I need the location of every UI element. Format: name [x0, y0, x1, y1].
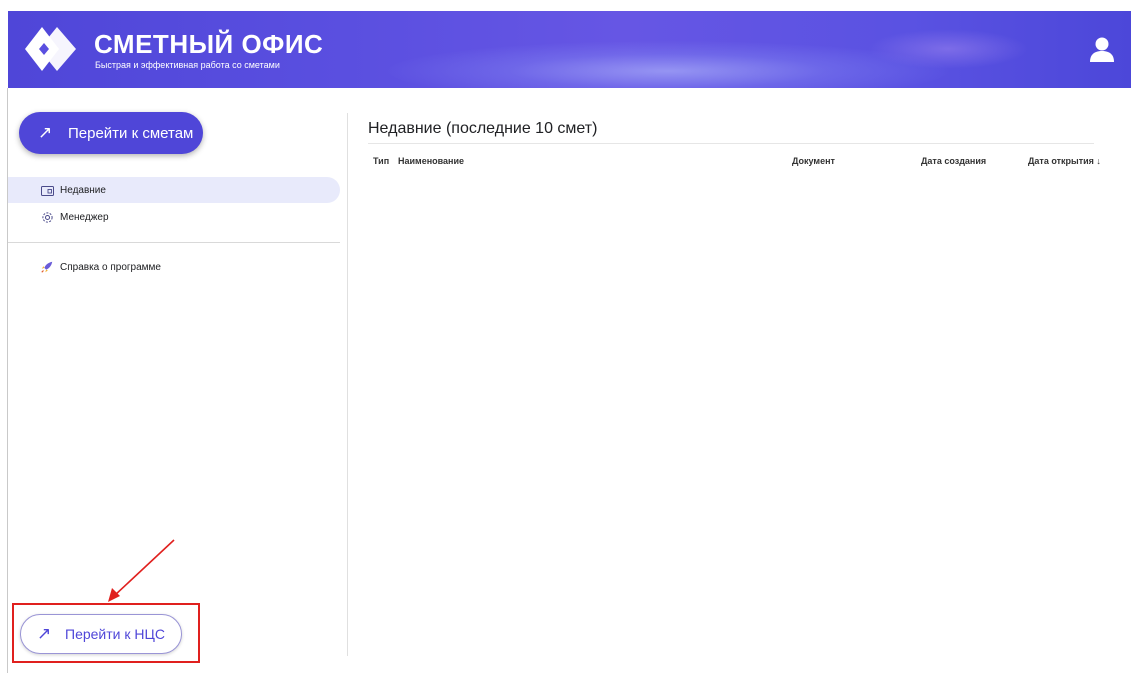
column-header-document[interactable]: Документ — [792, 156, 835, 166]
sidebar-item-label: Менеджер — [60, 211, 109, 223]
header-glow-secondary — [868, 29, 1028, 69]
arrow-up-right-icon: ↗ — [38, 123, 53, 142]
column-header-created-date[interactable]: Дата создания — [921, 156, 986, 166]
column-header-name[interactable]: Наименование — [398, 156, 464, 166]
user-avatar-icon[interactable] — [1088, 35, 1116, 63]
sidebar-item-about[interactable]: Справка о программе — [8, 254, 340, 280]
sidebar-item-label: Справка о программе — [60, 261, 161, 273]
app-subtitle: Быстрая и эффективная работа со сметами — [95, 60, 280, 70]
gear-icon — [40, 210, 54, 224]
header-glow — [388, 41, 948, 88]
column-header-opened-date[interactable]: Дата открытия ↓ — [1028, 156, 1101, 166]
sidebar-divider — [8, 242, 340, 243]
go-to-estimates-label: Перейти к сметам — [68, 124, 194, 142]
annotation-highlight-box — [12, 603, 200, 663]
sidebar-item-manager[interactable]: Менеджер — [8, 204, 340, 230]
app-title: СМЕТНЫЙ ОФИС — [94, 29, 324, 59]
panel-divider — [347, 113, 348, 656]
go-to-estimates-button[interactable]: ↗ Перейти к сметам — [19, 112, 203, 154]
page-title: Недавние (последние 10 смет) — [368, 120, 598, 137]
diamond-logo-icon[interactable] — [24, 24, 78, 74]
annotation-arrow-icon — [108, 539, 175, 602]
table-header-rule — [368, 143, 1094, 144]
column-header-type[interactable]: Тип — [373, 156, 389, 166]
rocket-icon — [40, 260, 54, 274]
folder-icon — [40, 183, 54, 197]
sidebar-item-recent[interactable]: Недавние — [8, 177, 340, 203]
window-left-border — [7, 88, 8, 673]
app-header: СМЕТНЫЙ ОФИС Быстрая и эффективная работ… — [8, 11, 1131, 88]
sidebar-item-label: Недавние — [60, 184, 106, 196]
